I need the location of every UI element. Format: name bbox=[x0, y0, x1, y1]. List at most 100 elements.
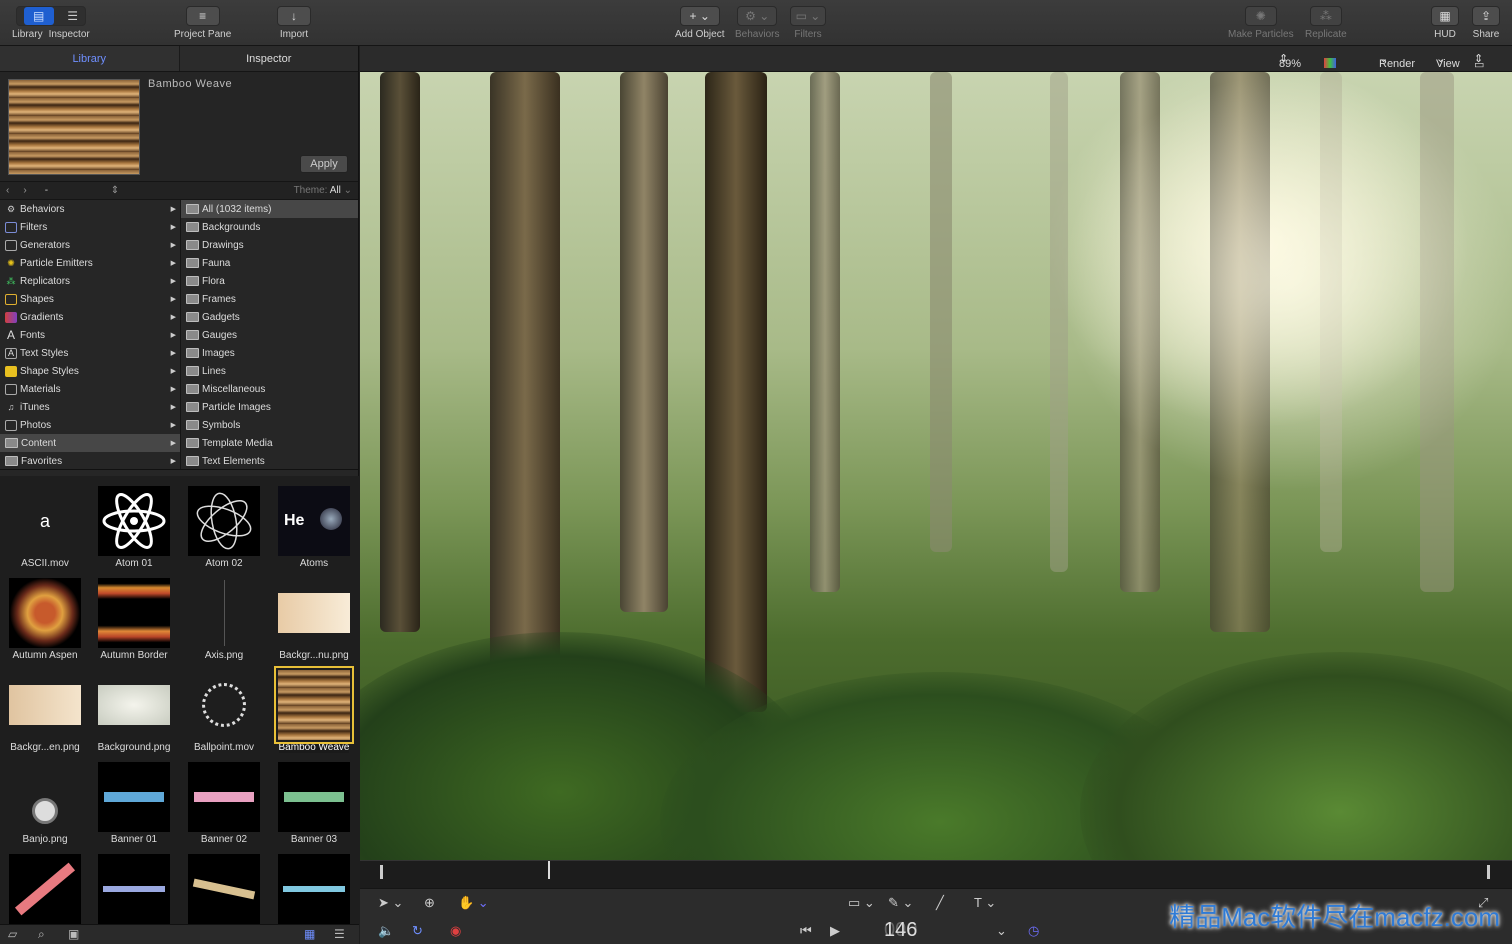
out-point-marker[interactable] bbox=[1487, 865, 1490, 879]
list-item[interactable]: Text Elements bbox=[181, 452, 358, 470]
list-item[interactable]: Miscellaneous bbox=[181, 380, 358, 398]
list-item[interactable]: Gadgets bbox=[181, 308, 358, 326]
search-icon[interactable]: ⌕ bbox=[38, 927, 45, 942]
disclosure-icon: ▶ bbox=[170, 242, 176, 249]
grid-view-icon[interactable]: ▦ bbox=[304, 927, 315, 941]
grid-item[interactable]: Background.png bbox=[89, 668, 179, 760]
grid-item[interactable]: Banner 02 bbox=[179, 760, 269, 852]
sidebar-item-fonts[interactable]: A Fonts ▶ bbox=[0, 326, 180, 344]
sidebar-item-behaviors[interactable]: ⚙ Behaviors ▶ bbox=[0, 200, 180, 218]
add-object-button[interactable]: + ⌄ Add Object bbox=[675, 6, 724, 40]
grid-item[interactable]: He Atoms bbox=[269, 484, 359, 576]
sidebar-item-generators[interactable]: Generators ▶ bbox=[0, 236, 180, 254]
zoom-popup[interactable]: 89% ⇕ bbox=[1279, 52, 1301, 70]
canvas-viewer[interactable] bbox=[360, 72, 1512, 860]
list-item[interactable]: Fauna bbox=[181, 254, 358, 272]
list-item[interactable]: Template Media bbox=[181, 434, 358, 452]
playhead[interactable] bbox=[548, 861, 550, 879]
grid-item[interactable]: Autumn Border bbox=[89, 576, 179, 668]
sidebar-item-content[interactable]: Content ▶ bbox=[0, 434, 180, 452]
grid-item[interactable] bbox=[89, 852, 179, 924]
make-particles-button[interactable]: ✺ Make Particles bbox=[1228, 6, 1294, 40]
mini-timeline[interactable] bbox=[360, 860, 1512, 888]
timecode-format-icon[interactable]: ⌄ bbox=[996, 923, 1007, 939]
replicate-button[interactable]: ⁂ Replicate bbox=[1305, 6, 1347, 40]
shape-tool-icon[interactable]: ▭ ⌄ bbox=[848, 895, 875, 911]
path-stepper-icon[interactable]: ⇕ bbox=[111, 185, 119, 196]
library-button[interactable]: ▤ ☰ Library Inspector bbox=[12, 6, 90, 40]
inspector-label[interactable]: Inspector bbox=[49, 29, 90, 40]
list-item[interactable]: Images bbox=[181, 344, 358, 362]
behaviors-button[interactable]: ⚙ ⌄ Behaviors bbox=[735, 6, 779, 40]
list-item[interactable]: Lines bbox=[181, 362, 358, 380]
tab-library[interactable]: Library bbox=[0, 46, 180, 71]
list-item[interactable]: Gauges bbox=[181, 326, 358, 344]
sidebar-item-materials[interactable]: Materials ▶ bbox=[0, 380, 180, 398]
text-tool-icon[interactable]: T ⌄ bbox=[974, 895, 996, 911]
background-swatch bbox=[9, 685, 81, 725]
window-layout-popup[interactable]: ▭ ⇕ bbox=[1474, 52, 1484, 71]
time-display-icon[interactable]: ◷ bbox=[1028, 923, 1039, 939]
grid-item[interactable]: Atom 02 bbox=[179, 484, 269, 576]
record-icon[interactable]: ◉ bbox=[450, 923, 461, 939]
back-icon[interactable]: ‹ bbox=[6, 185, 9, 196]
grid-item-selected[interactable]: Bamboo Weave bbox=[269, 666, 359, 760]
list-item[interactable]: Drawings bbox=[181, 236, 358, 254]
apply-button[interactable]: Apply bbox=[300, 155, 348, 173]
anchor-tool-icon[interactable]: ⊕ bbox=[424, 895, 435, 911]
list-view-icon[interactable]: ☰ bbox=[334, 927, 345, 941]
theme-popup[interactable]: Theme: All ⌄ bbox=[294, 185, 352, 196]
sidebar-item-shapes[interactable]: Shapes ▶ bbox=[0, 290, 180, 308]
grid-item[interactable] bbox=[0, 852, 90, 924]
go-to-start-icon[interactable]: ⏮ bbox=[800, 923, 812, 939]
list-item[interactable]: Flora bbox=[181, 272, 358, 290]
sidebar-item-shape-styles[interactable]: Shape Styles ▶ bbox=[0, 362, 180, 380]
grid-item[interactable]: Backgr...en.png bbox=[0, 668, 90, 760]
sidebar-item-itunes[interactable]: ♫ iTunes ▶ bbox=[0, 398, 180, 416]
grid-item[interactable]: a ASCII.mov bbox=[0, 484, 90, 576]
loop-icon[interactable]: ↻ bbox=[412, 923, 423, 939]
grid-item[interactable]: Ballpoint.mov bbox=[179, 668, 269, 760]
path-popup[interactable]: - bbox=[45, 185, 111, 196]
pen-tool-icon[interactable]: ✎ ⌄ bbox=[888, 895, 913, 911]
list-item[interactable]: Frames bbox=[181, 290, 358, 308]
share-button[interactable]: ⇪ Share bbox=[1472, 6, 1500, 40]
render-popup[interactable]: Render ⌄ bbox=[1379, 52, 1415, 70]
project-pane-button[interactable]: ≡ Project Pane bbox=[174, 6, 231, 40]
select-tool-icon[interactable]: ➤ ⌄ bbox=[378, 895, 403, 911]
grid-item[interactable]: Axis.png bbox=[179, 576, 269, 668]
sidebar-item-particle-emitters[interactable]: ✺ Particle Emitters ▶ bbox=[0, 254, 180, 272]
color-channel-popup[interactable]: ⌄ bbox=[1324, 52, 1350, 68]
list-item[interactable]: Symbols bbox=[181, 416, 358, 434]
grid-item[interactable] bbox=[269, 852, 359, 924]
grid-item[interactable]: Backgr...nu.png bbox=[269, 576, 359, 668]
view-popup[interactable]: View ⌄ bbox=[1436, 52, 1460, 70]
sidebar-item-favorites[interactable]: Favorites ▶ bbox=[0, 452, 180, 470]
list-item[interactable]: Particle Images bbox=[181, 398, 358, 416]
tab-inspector[interactable]: Inspector bbox=[180, 46, 359, 71]
sidebar-item-photos[interactable]: Photos ▶ bbox=[0, 416, 180, 434]
paint-stroke-icon[interactable]: ╱ bbox=[936, 895, 944, 911]
grid-item[interactable]: Banner 03 bbox=[269, 760, 359, 852]
grid-item[interactable]: Banjo.png bbox=[0, 760, 90, 852]
pan-tool-icon[interactable]: ✋ ⌄ bbox=[458, 895, 489, 911]
grid-item[interactable] bbox=[179, 852, 269, 924]
forward-icon[interactable]: › bbox=[23, 185, 26, 196]
sidebar-item-text-styles[interactable]: A Text Styles ▶ bbox=[0, 344, 180, 362]
in-point-marker[interactable] bbox=[380, 865, 383, 879]
sidebar-item-gradients[interactable]: Gradients ▶ bbox=[0, 308, 180, 326]
preview-toggle-icon[interactable]: ▣ bbox=[68, 927, 79, 941]
list-item[interactable]: Backgrounds bbox=[181, 218, 358, 236]
new-folder-icon[interactable]: ▱ bbox=[8, 927, 17, 941]
sidebar-item-filters[interactable]: Filters ▶ bbox=[0, 218, 180, 236]
audio-icon[interactable]: 🔈 bbox=[378, 923, 394, 939]
import-button[interactable]: ↓ Import bbox=[277, 6, 311, 40]
sidebar-item-replicators[interactable]: ⁂ Replicators ▶ bbox=[0, 272, 180, 290]
grid-item[interactable]: Atom 01 bbox=[89, 484, 179, 576]
hud-button[interactable]: ▦ HUD bbox=[1431, 6, 1459, 40]
list-item-all[interactable]: All (1032 items) bbox=[181, 200, 358, 218]
grid-item[interactable]: Banner 01 bbox=[89, 760, 179, 852]
filters-button[interactable]: ▭ ⌄ Filters bbox=[790, 6, 826, 40]
grid-item[interactable]: Autumn Aspen bbox=[0, 576, 90, 668]
play-icon[interactable]: ▶ bbox=[830, 923, 840, 939]
